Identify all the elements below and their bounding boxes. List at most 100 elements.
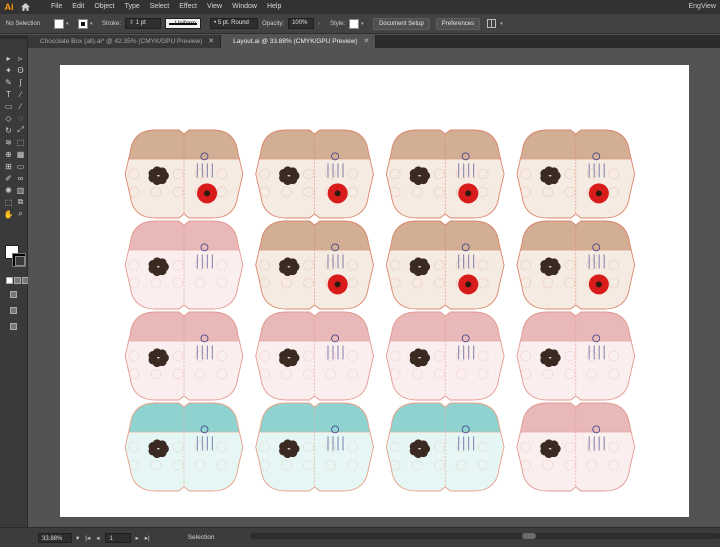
column-graph-tool-icon[interactable]: ▥ [15,185,26,195]
canvas[interactable] [28,48,720,527]
gradient-tool-icon[interactable]: ▭ [15,161,26,171]
box-die-cut-4-3[interactable] [381,402,509,492]
label-text-mark [342,254,344,269]
rectangle-tool-icon[interactable]: ▭ [3,101,14,111]
blend-tool-icon[interactable]: ∞ [15,173,26,183]
label-text-mark [593,254,595,269]
menu-item-file[interactable]: File [46,0,67,14]
close-icon[interactable]: ✕ [364,35,370,48]
rotate-tool-icon[interactable]: ↻ [3,125,14,135]
arrange-documents-icon[interactable] [486,19,496,29]
box-die-cut-2-2[interactable] [251,220,379,310]
hand-tool-icon[interactable]: ✋ [3,209,14,219]
curvature-tool-icon[interactable]: ∫ [15,77,26,87]
box-die-cut-1-2[interactable] [251,129,379,219]
home-icon[interactable] [18,0,32,14]
paintbrush-tool-icon[interactable]: ∕ [15,101,26,111]
prev-artboard-icon[interactable]: ◂ [96,534,99,542]
arrange-dropdown-icon[interactable]: ▾ [500,19,506,29]
lasso-tool-icon[interactable]: ʘ [15,65,26,75]
workspace-switcher[interactable]: EngView [688,0,716,14]
menu-item-view[interactable]: View [202,0,227,14]
label-text-mark [458,345,460,360]
next-artboard-icon[interactable]: ▸ [135,534,138,542]
stroke-dropdown-icon[interactable]: ▾ [90,19,96,29]
label-text-mark [327,163,329,178]
box-die-cut-3-3[interactable] [381,311,509,401]
box-die-cut-2-1[interactable] [120,220,248,310]
slice-tool-icon[interactable]: ⧉ [15,197,26,207]
draw-mode-icon[interactable] [8,289,19,299]
zoom-tool-icon[interactable]: ⌕ [15,209,26,219]
menu-item-type[interactable]: Type [120,0,145,14]
edit-toolbar-icon[interactable] [8,321,19,331]
panel-grip[interactable] [0,35,28,39]
fill-color-swatch[interactable] [54,18,65,29]
stroke-weight-field[interactable]: ⇕ 1 pt [125,18,162,29]
box-die-cut-1-3[interactable] [381,129,509,219]
close-icon[interactable]: ✕ [208,35,214,48]
stroke-indicator[interactable] [12,253,26,267]
mesh-tool-icon[interactable]: ⊞ [3,161,14,171]
menu-item-window[interactable]: Window [227,0,262,14]
direct-selection-tool-icon[interactable]: ▹ [15,53,26,63]
opacity-field[interactable]: 100% [288,18,315,29]
zoom-field[interactable]: 33.88% [38,532,72,543]
menu-item-edit[interactable]: Edit [67,0,89,14]
label-text-mark [337,254,339,269]
menu-item-select[interactable]: Select [145,0,174,14]
box-die-cut-2-4[interactable] [512,220,640,310]
box-layout [120,129,640,492]
artboard-number-field[interactable]: 1 [105,532,132,543]
perspective-grid-tool-icon[interactable]: ▦ [15,149,26,159]
free-transform-tool-icon[interactable]: ⬚ [15,137,26,147]
box-die-cut-3-2[interactable] [251,311,379,401]
document-setup-button[interactable]: Document Setup [373,17,430,30]
eraser-tool-icon[interactable]: ◌ [15,113,26,123]
box-die-cut-2-3[interactable] [381,220,509,310]
last-artboard-icon[interactable]: ▸| [145,534,150,542]
artboard-tool-icon[interactable]: ⬚ [3,197,14,207]
scrollbar-thumb[interactable] [522,533,536,539]
box-die-cut-3-4[interactable] [512,311,640,401]
label-text-mark [201,254,203,269]
pen-tool-icon[interactable]: ✎ [3,77,14,87]
graphic-style-swatch[interactable] [349,18,360,29]
document-tabs: Chocolate Box (all).ai* @ 42.35% (CMYK/G… [28,35,720,48]
label-text-mark [588,163,590,178]
type-tool-icon[interactable]: T [3,89,14,99]
magic-wand-tool-icon[interactable]: ✦ [3,65,14,75]
box-die-cut-1-1[interactable] [120,129,248,219]
box-die-cut-3-1[interactable] [120,311,248,401]
menu-item-object[interactable]: Object [89,0,119,14]
preferences-button[interactable]: Preferences [435,17,481,30]
box-die-cut-4-4[interactable] [512,402,640,492]
shaper-tool-icon[interactable]: ◇ [3,113,14,123]
label-text-mark [196,436,198,451]
fill-dropdown-icon[interactable]: ▾ [66,19,72,29]
horizontal-scrollbar[interactable] [250,533,720,539]
line-tool-icon[interactable]: ∕ [15,89,26,99]
brush-definition[interactable]: • 5 pt. Round [210,18,259,29]
first-artboard-icon[interactable]: |◂ [85,534,90,542]
box-die-cut-1-4[interactable] [512,129,640,219]
stroke-color-swatch[interactable] [78,18,89,29]
shape-builder-tool-icon[interactable]: ⊕ [3,149,14,159]
tab-layout[interactable]: Layout.ai @ 33.88% (CMYK/GPU Preview) ✕ [221,35,377,48]
scale-tool-icon[interactable]: ⤢ [15,125,26,135]
artboard[interactable] [60,65,689,517]
eyedropper-tool-icon[interactable]: ✐ [3,173,14,183]
menu-item-help[interactable]: Help [262,0,286,14]
selection-tool-icon[interactable]: ▸ [3,53,14,63]
symbol-sprayer-tool-icon[interactable]: ✺ [3,185,14,195]
style-dropdown-icon[interactable]: ▾ [361,19,367,29]
menu-item-effect[interactable]: Effect [174,0,202,14]
box-die-cut-4-2[interactable] [251,402,379,492]
opacity-dropdown-icon[interactable]: › [318,19,324,29]
screen-mode-icon[interactable] [8,305,19,315]
stepper-icon[interactable]: ⇕ [129,20,136,26]
width-tool-icon[interactable]: ≋ [3,137,14,147]
box-die-cut-4-1[interactable] [120,402,248,492]
zoom-dropdown-icon[interactable]: ▾ [76,534,79,542]
tab-chocolate-box[interactable]: Chocolate Box (all).ai* @ 42.35% (CMYK/G… [28,35,222,48]
